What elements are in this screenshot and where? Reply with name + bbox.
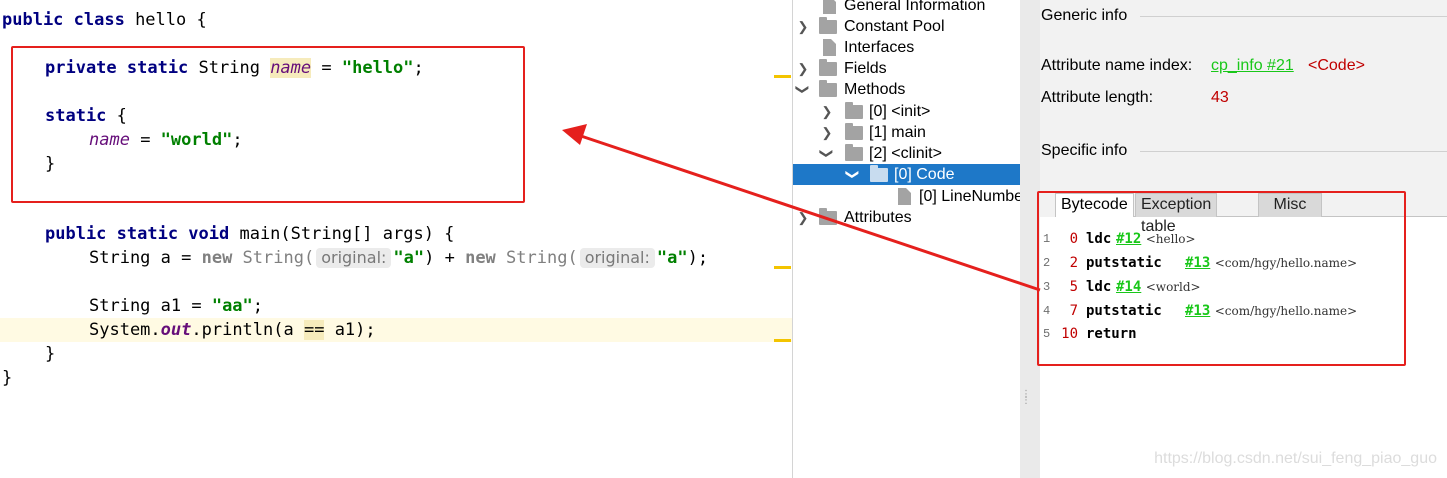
chevron-right-icon[interactable]: ❯ [819, 101, 835, 122]
chevron-down-icon[interactable]: ❯ [793, 82, 814, 98]
document-icon [823, 39, 836, 56]
code-line-main-decl: public static void main(String[] args) { [45, 224, 455, 244]
annotation-box-static-init [11, 46, 525, 203]
folder-icon [819, 59, 837, 76]
attribute-name-value: <Code> [1308, 57, 1365, 74]
document-icon [823, 0, 836, 14]
tree-item-attributes[interactable]: ❯ Attributes [793, 207, 1020, 228]
attribute-name-index-label: Attribute name index: [1041, 57, 1193, 74]
generic-info-title: Generic info [1041, 7, 1128, 24]
chevron-down-icon[interactable]: ❯ [817, 146, 838, 162]
chevron-right-icon[interactable]: ❯ [819, 122, 835, 143]
chevron-right-icon[interactable]: ❯ [795, 207, 811, 228]
folder-icon [870, 165, 888, 182]
folder-icon [845, 123, 863, 140]
document-icon [898, 188, 911, 205]
warning-marker[interactable] [774, 339, 791, 342]
annotation-box-bytecode [1037, 191, 1406, 366]
tree-item-line-number-table[interactable]: [0] LineNumbe [793, 186, 1020, 207]
specific-info-title: Specific info [1041, 142, 1128, 159]
code-line-string-a: String a = new String(original: "a") + ne… [89, 248, 709, 268]
tree-item-method-clinit[interactable]: ❯ [2] <clinit> [793, 143, 1020, 164]
tree-item-method-main[interactable]: ❯ [1] main [793, 122, 1020, 143]
class-structure-tree[interactable]: General Information ❯ Constant Pool Inte… [792, 0, 1020, 478]
attribute-length-value: 43 [1211, 89, 1229, 106]
code-line-class-decl: public class hello { [2, 10, 207, 30]
tree-item-interfaces[interactable]: Interfaces [793, 37, 1020, 58]
cp-info-link[interactable]: cp_info #21 [1211, 57, 1294, 75]
parameter-hint: original: [579, 248, 655, 268]
tree-item-fields[interactable]: ❯ Fields [793, 58, 1020, 79]
code-line-string-a1: String a1 = "aa"; [89, 296, 264, 316]
warning-marker[interactable] [774, 266, 791, 269]
tree-item-code-selected[interactable]: ❯ [0] Code [793, 164, 1020, 185]
parameter-hint: original: [316, 248, 392, 268]
chevron-right-icon[interactable]: ❯ [795, 58, 811, 79]
code-line-close-main: } [45, 344, 56, 364]
folder-icon [819, 208, 837, 225]
watermark: https://blog.csdn.net/sui_feng_piao_guo [1154, 450, 1437, 467]
code-line-println: System.out.println(a == a1); [89, 320, 376, 340]
drag-handle-icon[interactable]: ⋮ ⋮ [1021, 390, 1031, 410]
warning-marker[interactable] [774, 75, 791, 78]
separator [1140, 16, 1447, 17]
code-line-close-class: } [2, 368, 13, 388]
tree-item-method-init[interactable]: ❯ [0] <init> [793, 101, 1020, 122]
chevron-down-icon[interactable]: ❯ [843, 167, 864, 183]
tree-item-general-information[interactable]: General Information [793, 0, 1020, 16]
folder-icon [845, 144, 863, 161]
tree-item-methods[interactable]: ❯ Methods [793, 79, 1020, 100]
chevron-right-icon[interactable]: ❯ [795, 16, 811, 37]
folder-icon [819, 80, 837, 97]
tree-item-constant-pool[interactable]: ❯ Constant Pool [793, 16, 1020, 37]
folder-icon [845, 102, 863, 119]
folder-icon [819, 17, 837, 34]
attribute-length-label: Attribute length: [1041, 89, 1154, 106]
separator [1140, 151, 1447, 152]
